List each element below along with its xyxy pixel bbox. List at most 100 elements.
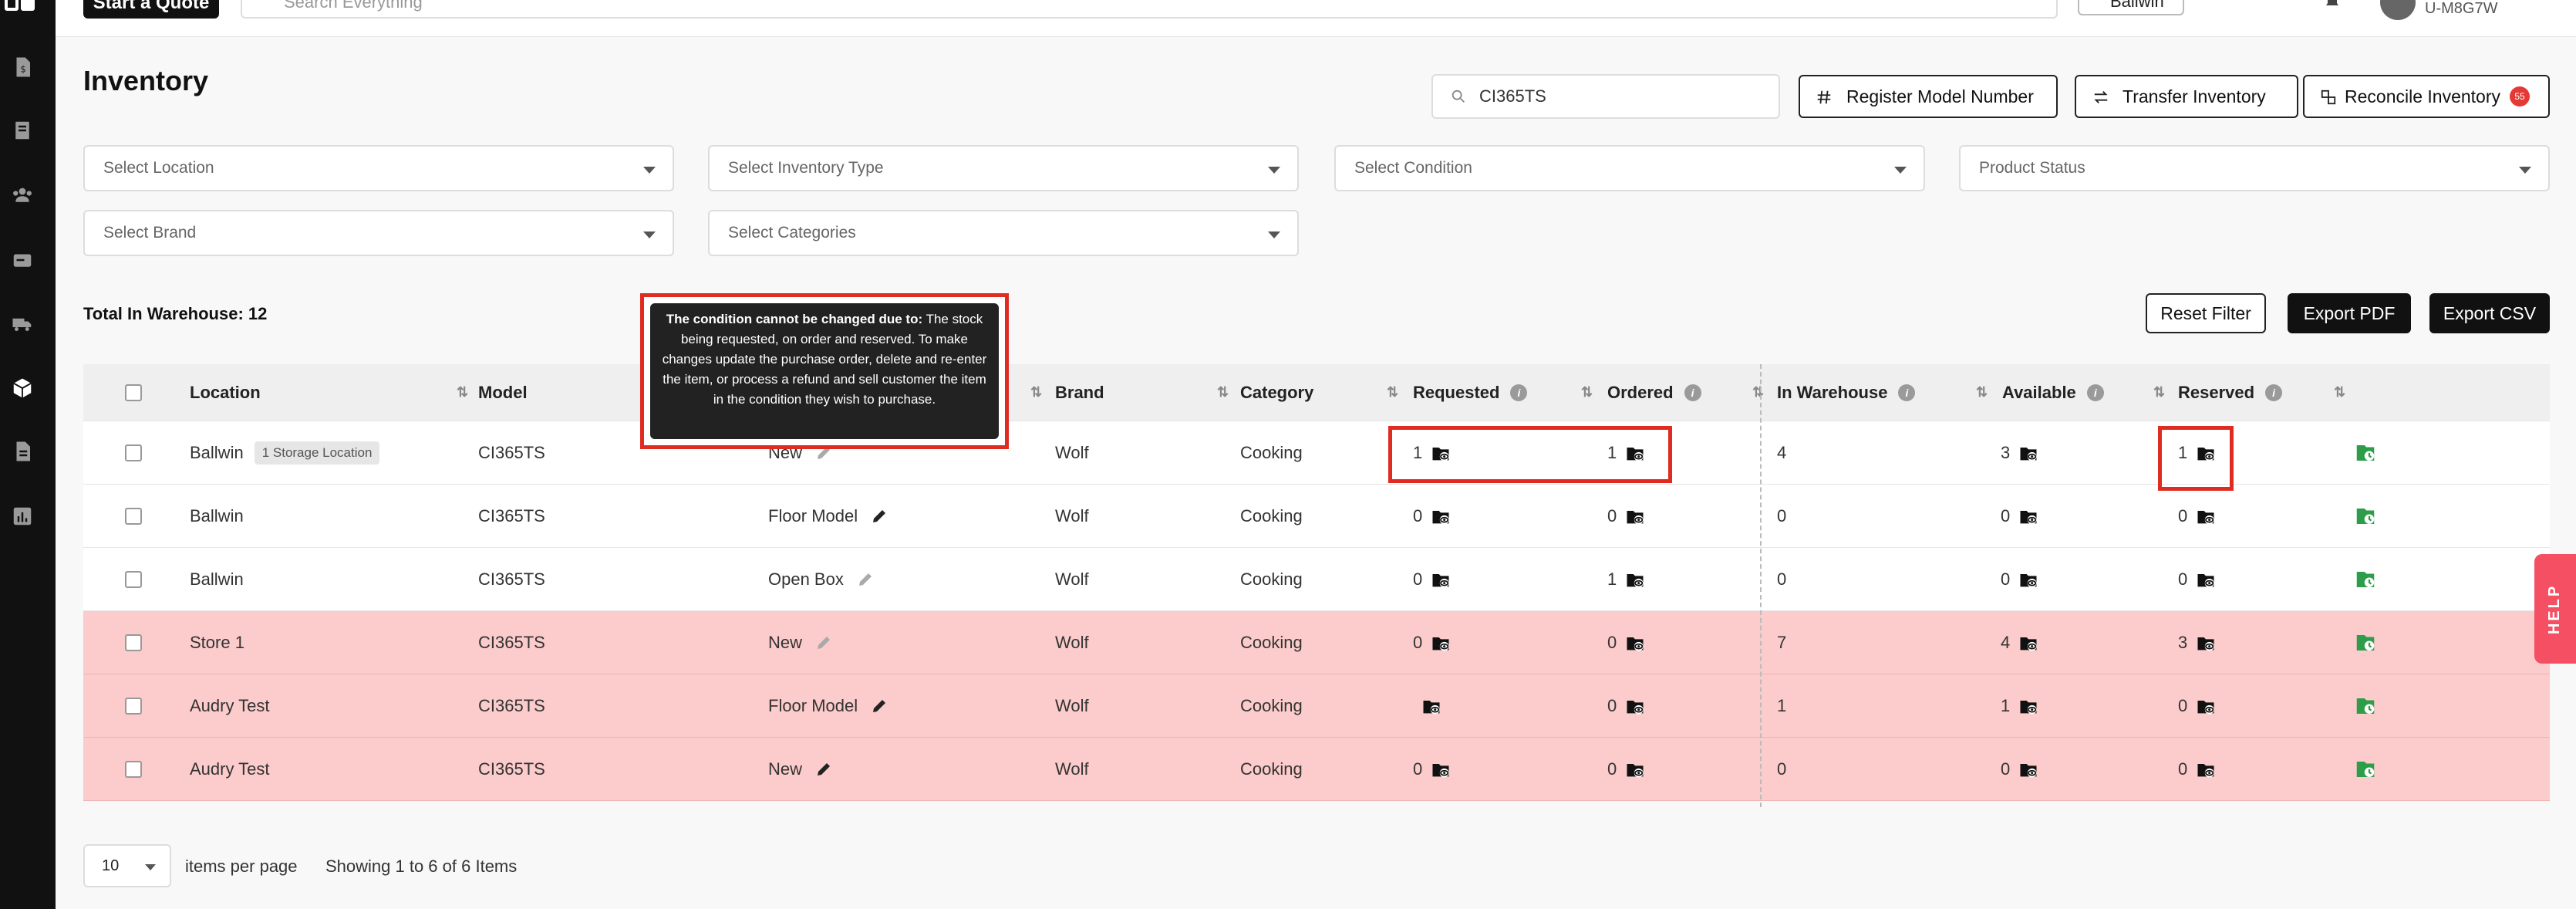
view-stock-icon[interactable]: [1624, 632, 1646, 654]
view-stock-icon[interactable]: [1430, 759, 1452, 780]
condition-tooltip: The condition cannot be changed due to: …: [640, 293, 1009, 449]
edit-condition-icon[interactable]: [870, 507, 888, 525]
info-icon[interactable]: i: [2086, 384, 2104, 401]
row-checkbox[interactable]: [125, 570, 142, 588]
export-csv-button[interactable]: Export CSV: [2429, 293, 2550, 333]
view-stock-icon[interactable]: [2018, 632, 2039, 654]
view-stock-icon[interactable]: [2018, 759, 2039, 780]
start-quote-button[interactable]: Start a Quote: [83, 0, 219, 19]
bell-icon[interactable]: [2323, 0, 2342, 11]
export-pdf-button[interactable]: Export PDF: [2288, 293, 2411, 333]
row-checkbox[interactable]: [125, 697, 142, 715]
col-requested[interactable]: Requested i: [1413, 364, 1528, 421]
stock-history-icon[interactable]: [2354, 441, 2377, 465]
help-button[interactable]: HELP: [2534, 554, 2576, 664]
sort-location-icon[interactable]: ⇅: [450, 364, 468, 421]
items-per-page-select[interactable]: 10: [83, 844, 171, 887]
transfer-inventory-button[interactable]: Transfer Inventory: [2075, 75, 2298, 118]
view-stock-icon[interactable]: [2195, 632, 2217, 654]
view-stock-icon[interactable]: [2195, 505, 2217, 527]
row-checkbox[interactable]: [125, 444, 142, 461]
stock-history-icon[interactable]: [2354, 758, 2377, 781]
view-stock-icon[interactable]: [1624, 695, 1646, 717]
inventory-type-select[interactable]: Select Inventory Type: [708, 145, 1299, 191]
stock-history-icon[interactable]: [2354, 505, 2377, 528]
analytics-icon[interactable]: [11, 505, 34, 528]
showing-items-text: Showing 1 to 6 of 6 Items: [325, 857, 518, 876]
customers-icon[interactable]: [11, 184, 34, 207]
chevron-down-icon: [145, 864, 156, 870]
avatar[interactable]: [2380, 0, 2416, 20]
transfer-arrows-icon: [2094, 91, 2108, 103]
view-stock-icon[interactable]: [2018, 569, 2039, 590]
available-value: 1: [2001, 695, 2011, 715]
invoice-icon[interactable]: [11, 119, 34, 142]
sort-condition-icon[interactable]: ⇅: [1024, 364, 1042, 421]
col-category[interactable]: Category: [1240, 364, 1313, 421]
sort-available-icon[interactable]: ⇅: [2147, 364, 2165, 421]
col-model[interactable]: Model: [478, 364, 528, 421]
view-stock-icon[interactable]: [1430, 632, 1452, 654]
info-icon[interactable]: i: [2265, 384, 2283, 401]
condition-select[interactable]: Select Condition: [1334, 145, 1925, 191]
truck-icon[interactable]: [11, 312, 34, 335]
col-in-warehouse[interactable]: In Warehouse i: [1777, 364, 1916, 421]
in-warehouse-value: 0: [1777, 569, 1787, 589]
inventory-search-input[interactable]: CI365TS: [1431, 74, 1780, 119]
view-stock-icon[interactable]: [2195, 695, 2217, 717]
view-stock-icon[interactable]: [1624, 505, 1646, 527]
quote-doc-icon[interactable]: $: [11, 56, 34, 79]
view-stock-icon[interactable]: [1430, 505, 1452, 527]
view-stock-icon[interactable]: [1430, 569, 1452, 590]
card-icon[interactable]: [11, 248, 34, 272]
page-title: Inventory: [83, 65, 209, 96]
sort-in-warehouse-icon[interactable]: ⇅: [1970, 364, 1988, 421]
col-reserved[interactable]: Reserved i: [2178, 364, 2283, 421]
location-select[interactable]: Select Location: [83, 145, 674, 191]
category-cell: Cooking: [1240, 569, 1303, 589]
info-icon[interactable]: i: [1684, 384, 1701, 401]
sort-brand-icon[interactable]: ⇅: [1211, 364, 1229, 421]
sort-category-icon[interactable]: ⇅: [1381, 364, 1398, 421]
edit-condition-icon[interactable]: [814, 760, 833, 779]
reconcile-inventory-button[interactable]: Reconcile Inventory 55: [2303, 75, 2550, 118]
ordered-value: 0: [1607, 632, 1617, 652]
row-checkbox[interactable]: [125, 760, 142, 778]
col-ordered[interactable]: Ordered i: [1607, 364, 1701, 421]
product-status-select[interactable]: Product Status: [1959, 145, 2550, 191]
global-search-input[interactable]: Search Everything: [241, 0, 2058, 19]
stock-history-icon[interactable]: [2354, 694, 2377, 718]
reset-filter-button[interactable]: Reset Filter: [2146, 293, 2266, 333]
col-brand[interactable]: Brand: [1055, 364, 1104, 421]
col-available[interactable]: Available i: [2002, 364, 2104, 421]
stock-history-icon[interactable]: [2354, 631, 2377, 654]
row-checkbox[interactable]: [125, 507, 142, 525]
info-icon[interactable]: i: [1898, 384, 1916, 401]
view-stock-icon[interactable]: [2018, 695, 2039, 717]
store-select[interactable]: Ballwin: [2078, 0, 2184, 15]
brand-select[interactable]: Select Brand: [83, 210, 674, 256]
view-stock-icon[interactable]: [2195, 759, 2217, 780]
view-stock-icon[interactable]: [2018, 442, 2039, 464]
report-doc-icon[interactable]: [11, 440, 34, 463]
view-stock-icon[interactable]: [1624, 569, 1646, 590]
brand-cell: Wolf: [1055, 695, 1089, 715]
ordered-value: 1: [1607, 569, 1617, 589]
view-stock-icon[interactable]: [2018, 505, 2039, 527]
col-location[interactable]: Location: [190, 364, 467, 421]
view-stock-icon[interactable]: [2195, 569, 2217, 590]
categories-select[interactable]: Select Categories: [708, 210, 1299, 256]
row-checkbox[interactable]: [125, 634, 142, 651]
register-model-button[interactable]: Register Model Number: [1799, 75, 2058, 118]
sort-reserved-icon[interactable]: ⇅: [2328, 364, 2345, 421]
sort-requested-icon[interactable]: ⇅: [1575, 364, 1593, 421]
stock-history-icon[interactable]: [2354, 568, 2377, 591]
edit-condition-icon[interactable]: [870, 697, 888, 715]
info-icon[interactable]: i: [1510, 384, 1528, 401]
view-stock-icon[interactable]: [1624, 759, 1646, 780]
inventory-box-icon[interactable]: [11, 377, 34, 400]
storage-location-badge[interactable]: 1 Storage Location: [254, 441, 380, 465]
chevron-down-icon: [1268, 231, 1280, 238]
view-stock-icon[interactable]: [1421, 695, 1442, 717]
select-all-checkbox[interactable]: [125, 384, 142, 401]
